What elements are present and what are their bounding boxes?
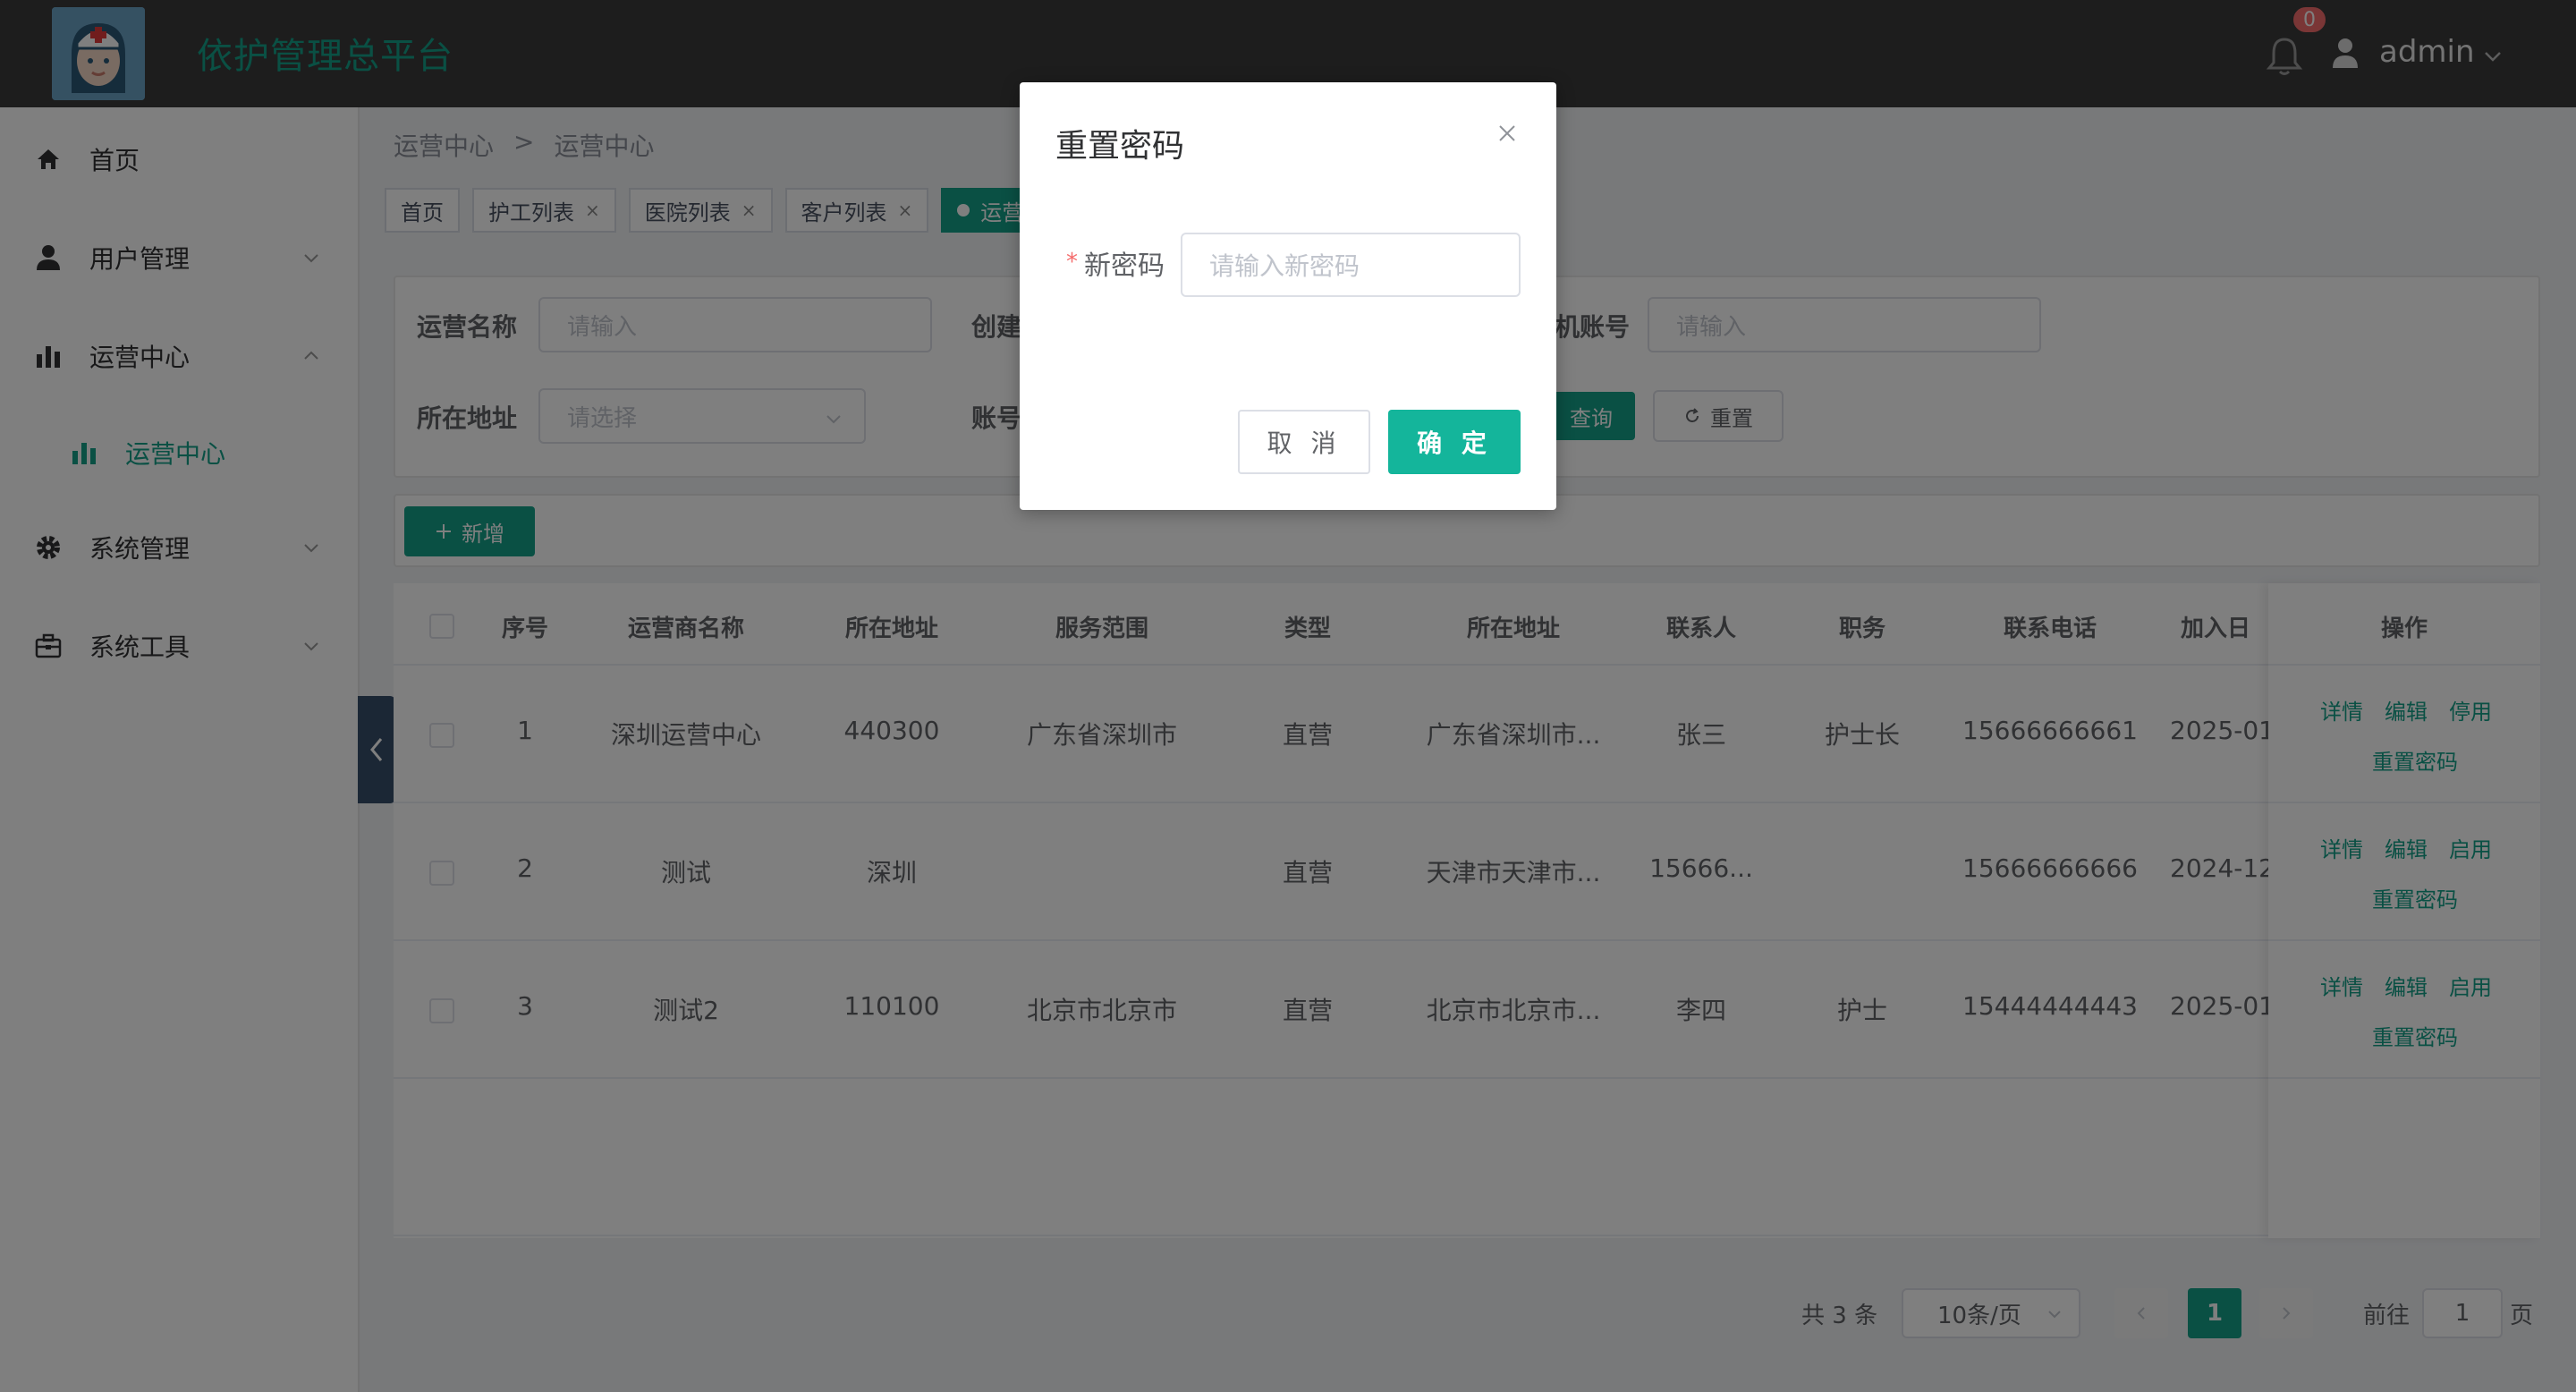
close-icon[interactable] (1494, 120, 1521, 147)
reset-password-dialog: 重置密码 * 新密码 请输入新密码 取 消 确 定 (1020, 82, 1556, 510)
dialog-title: 重置密码 (1055, 128, 1185, 165)
new-password-input[interactable]: 请输入新密码 (1181, 233, 1521, 297)
cancel-button[interactable]: 取 消 (1238, 410, 1370, 474)
new-password-label: 新密码 (1084, 250, 1165, 282)
required-mark: * (1066, 249, 1078, 276)
confirm-button[interactable]: 确 定 (1388, 410, 1521, 474)
